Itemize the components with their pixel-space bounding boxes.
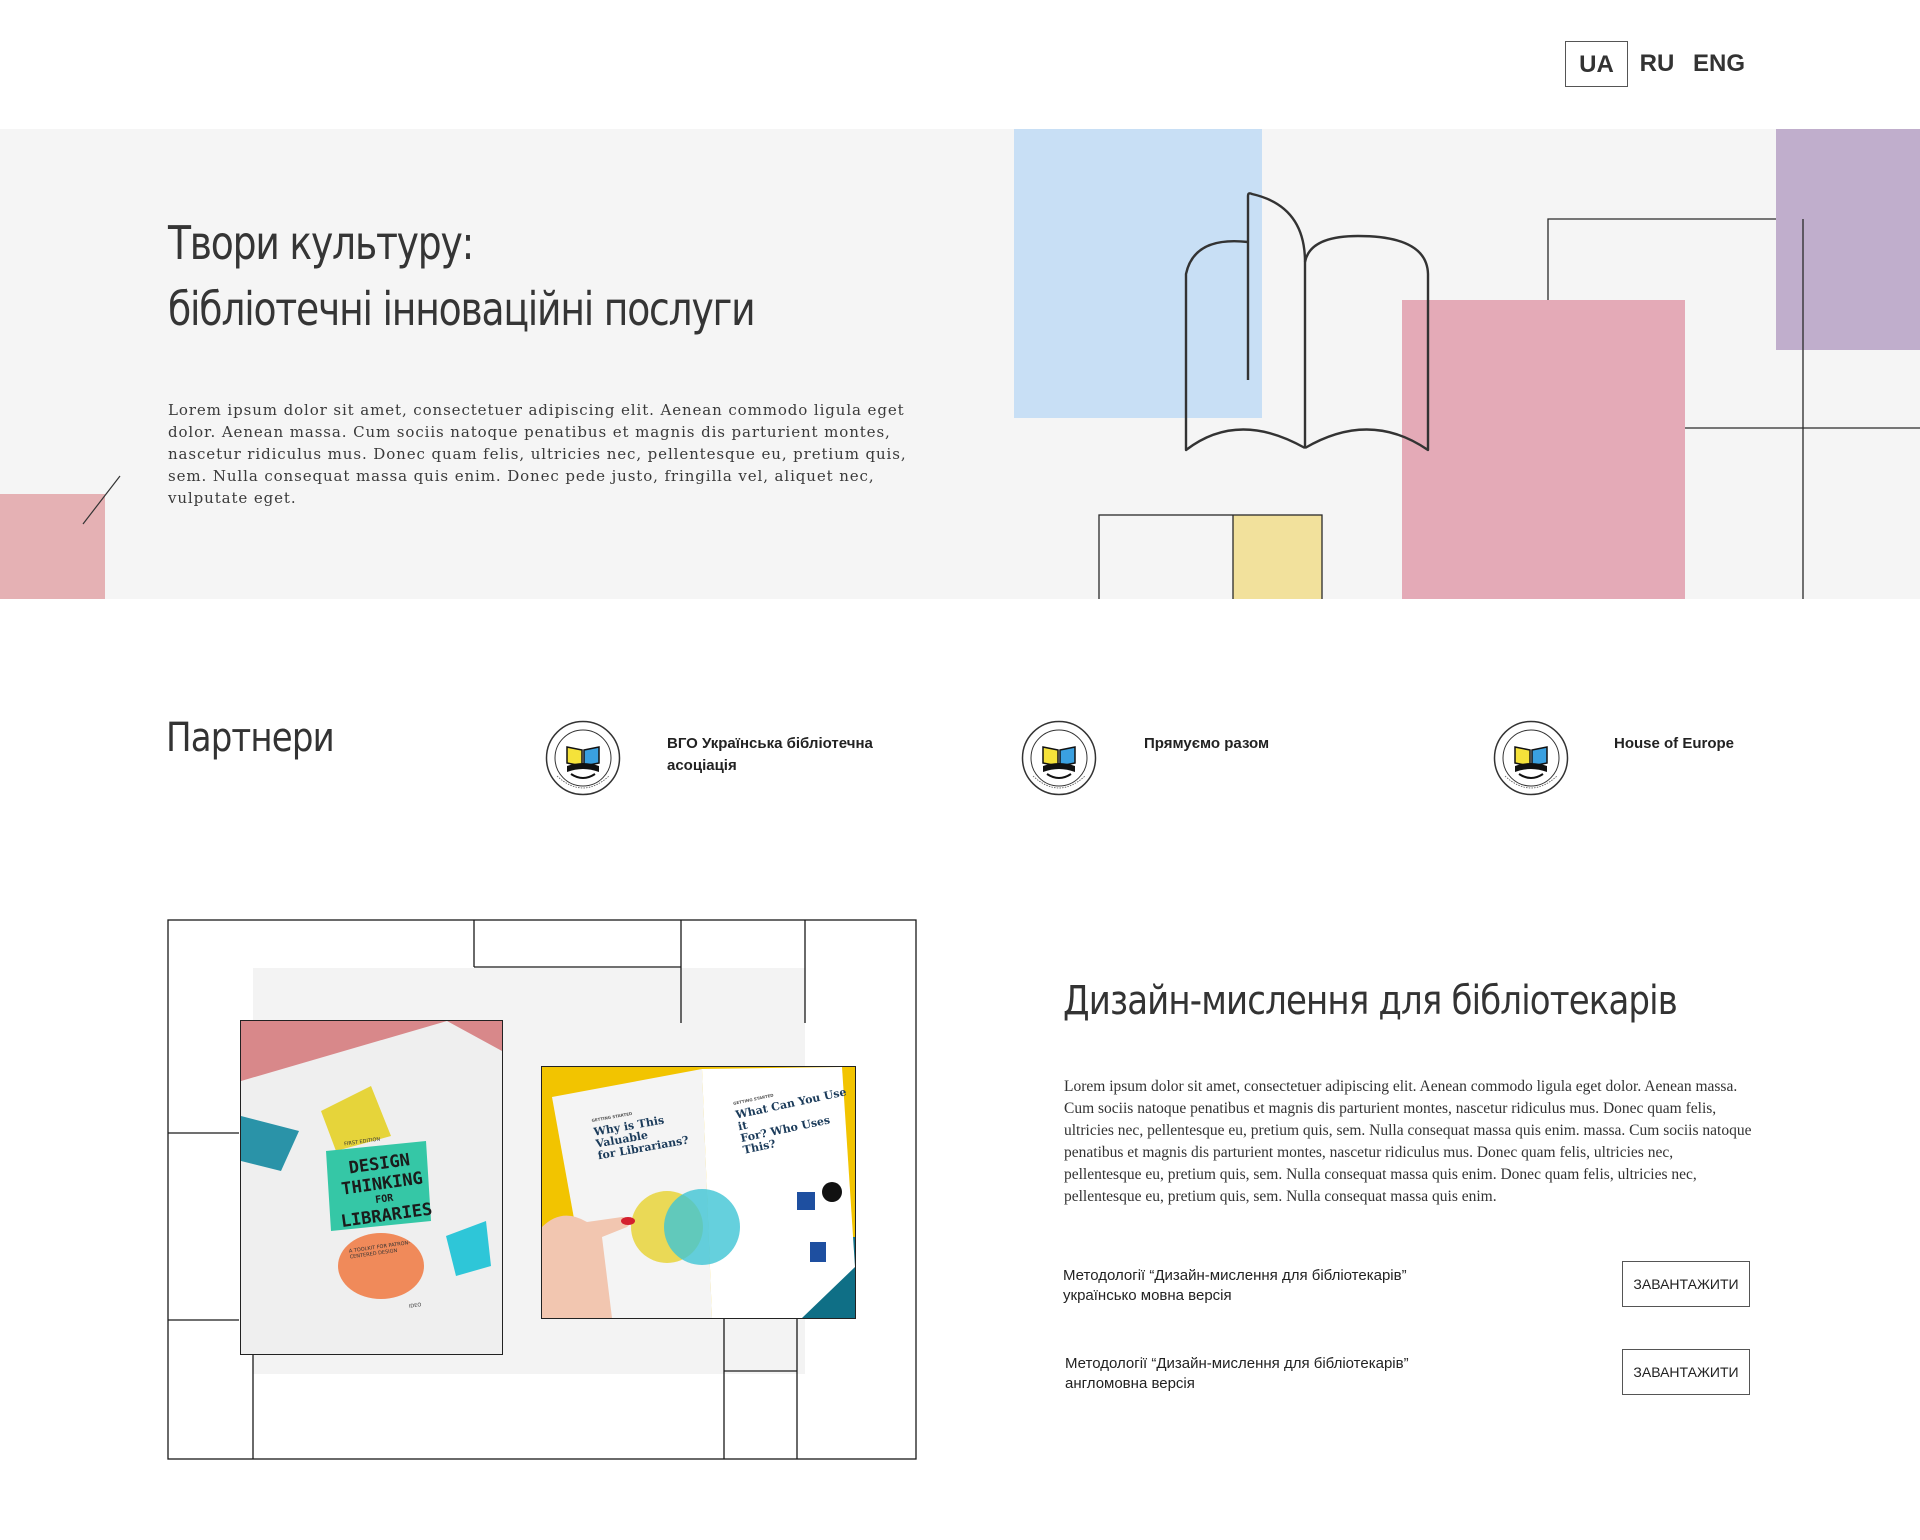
hero-title-line1: Твори культуру: [168, 216, 474, 270]
decor-diagonal-line [82, 475, 121, 525]
download-en-line1: Методології “Дизайн-мислення для бібліот… [1065, 1355, 1409, 1372]
lang-ua[interactable]: UA [1565, 41, 1628, 87]
library-association-logo-icon[interactable] [1493, 720, 1569, 796]
download-label-en: Методології “Дизайн-мислення для бібліот… [1065, 1354, 1409, 1394]
download-ua-button[interactable]: ЗАВАНТАЖИТИ [1622, 1261, 1750, 1307]
download-en-line2: англомовна версія [1065, 1375, 1195, 1392]
library-association-logo-icon[interactable] [1021, 720, 1097, 796]
open-book-image: GETTING STARTED Why is This Valuable for… [541, 1066, 856, 1319]
partner-name-1[interactable]: ВГО Українська бібліотечна асоціація [667, 733, 873, 777]
hero-title-line2: бібліотечні інноваційні послуги [168, 282, 756, 336]
partner-name-2[interactable]: Прямуємо разом [1144, 733, 1269, 755]
design-section-description: Lorem ipsum dolor sit amet, consectetuer… [1064, 1078, 1752, 1205]
lang-eng[interactable]: ENG [1690, 41, 1748, 87]
partner-1-line1: ВГО Українська бібліотечна [667, 735, 873, 752]
download-ua-line2: українсько мовна версія [1063, 1287, 1232, 1304]
partner-2-line1: Прямуємо разом [1144, 735, 1270, 752]
library-association-logo-icon[interactable] [545, 720, 621, 796]
decor-line-grid [1098, 218, 1920, 599]
partner-1-line2: асоціація [667, 757, 737, 774]
partners-title: Партнери [166, 715, 335, 761]
hero-title: Твори культуру: бібліотечні інноваційні … [168, 210, 756, 342]
hero-description: Lorem ipsum dolor sit amet, consectetuer… [168, 401, 907, 507]
download-en-button[interactable]: ЗАВАНТАЖИТИ [1622, 1349, 1750, 1395]
design-section-title: Дизайн-мислення для бібліотекарів [1063, 978, 1678, 1024]
download-ua-line1: Методології “Дизайн-мислення для бібліот… [1063, 1267, 1407, 1284]
partner-3-line1: House of Europe [1614, 735, 1735, 752]
book-cover-image: DESIGN THINKING FOR LIBRARIES FIRST EDIT… [240, 1020, 503, 1355]
lang-ru[interactable]: RU [1632, 41, 1682, 87]
open-book-icon [1184, 192, 1430, 452]
partner-name-3[interactable]: House of Europe [1614, 733, 1734, 755]
book-cover-title: DESIGN THINKING FOR LIBRARIES [328, 1147, 437, 1232]
download-label-ua: Методології “Дизайн-мислення для бібліот… [1063, 1266, 1407, 1306]
